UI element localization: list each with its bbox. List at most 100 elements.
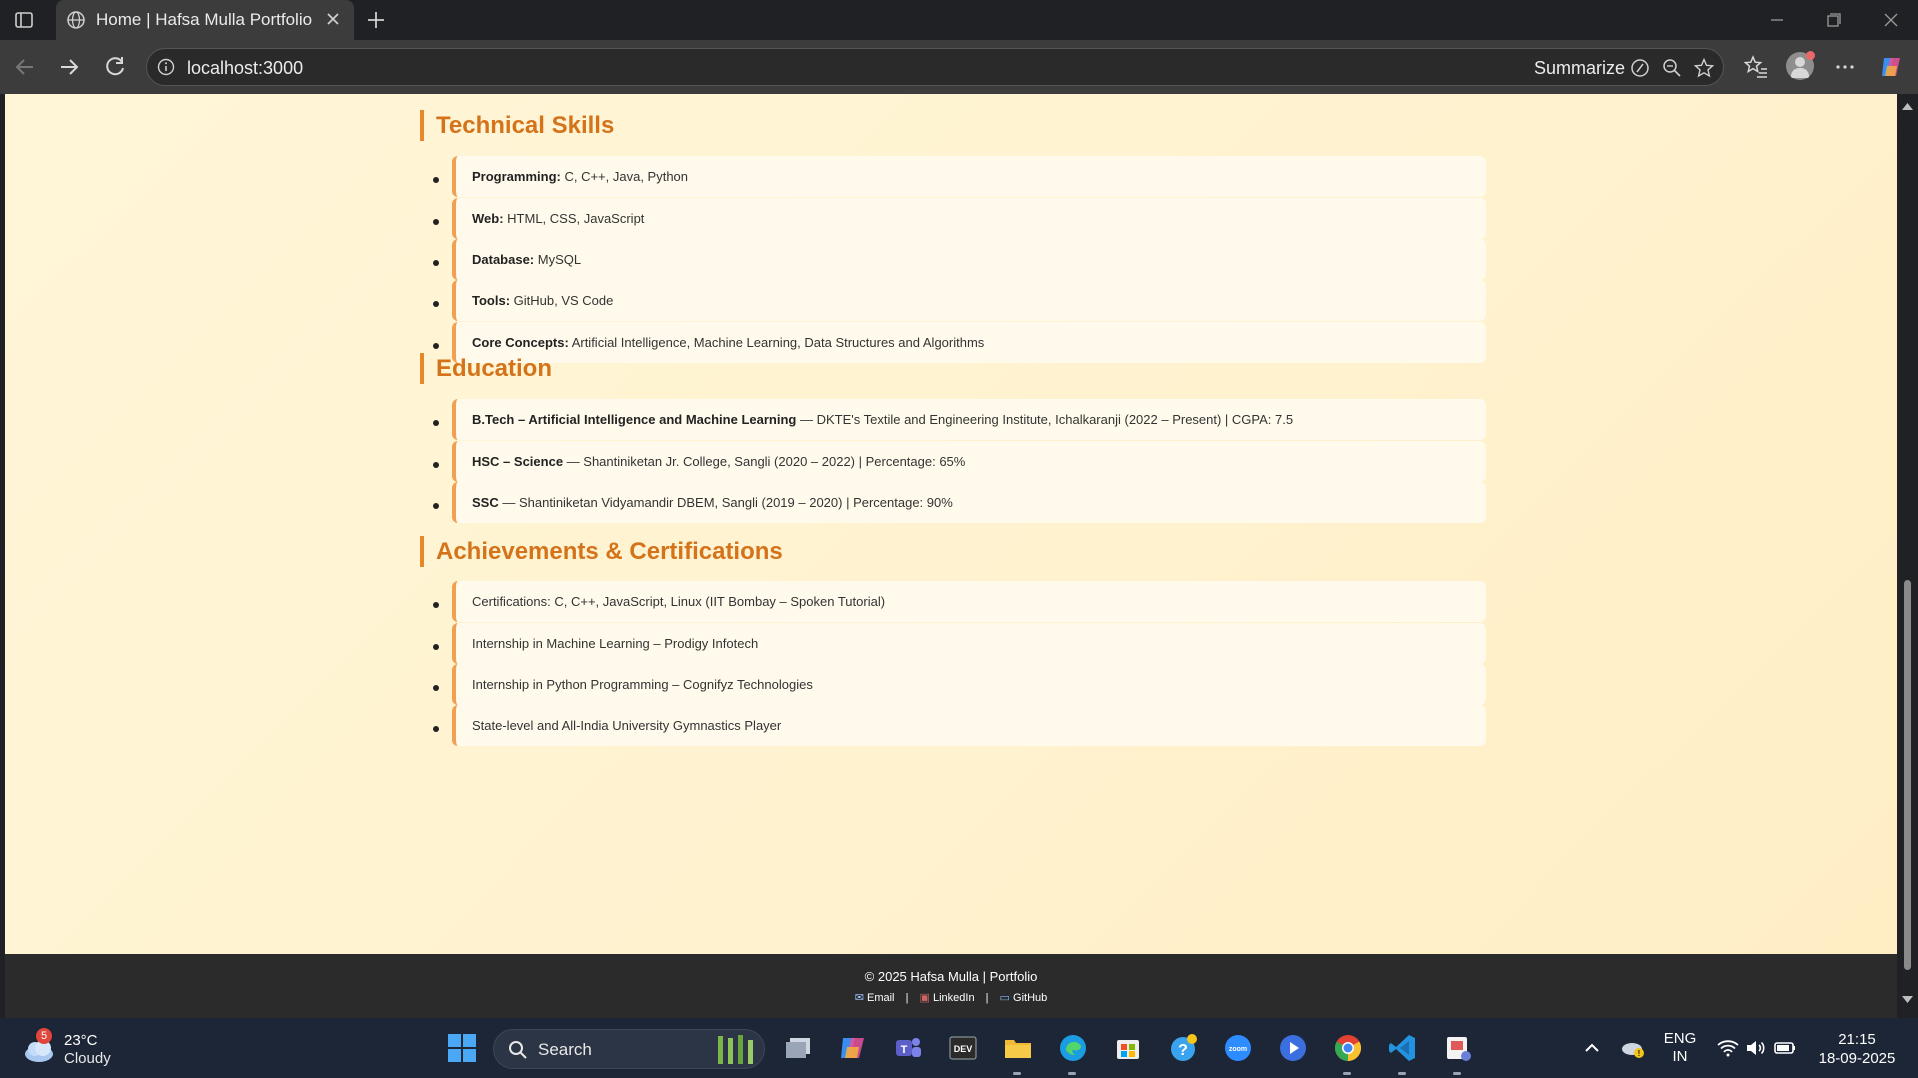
forward-icon[interactable] xyxy=(56,54,82,80)
task-view-icon[interactable] xyxy=(782,1032,814,1064)
chevron-up-icon[interactable] xyxy=(1580,1036,1604,1060)
media-player-icon[interactable] xyxy=(1277,1032,1309,1064)
site-info-icon[interactable] xyxy=(157,58,175,76)
scroll-up-icon[interactable] xyxy=(1901,100,1914,112)
zoom-icon[interactable] xyxy=(1661,57,1683,79)
favorite-star-icon[interactable] xyxy=(1693,57,1715,79)
education-item-hsc: HSC – Science — Shantiniketan Jr. Colleg… xyxy=(452,441,1486,482)
get-help-icon[interactable]: ? xyxy=(1167,1032,1199,1064)
taskbar: 5 23°C Cloudy Search T DEV ? zoom ! ENG … xyxy=(0,1018,1918,1078)
summarize-button[interactable]: Summarize xyxy=(1534,58,1625,79)
linkedin-link-label: LinkedIn xyxy=(932,992,975,1004)
bamboo-highlight-icon xyxy=(718,1035,753,1064)
github-link[interactable]: ▭ GitHub xyxy=(1000,992,1048,1004)
item-label: Database: xyxy=(472,252,535,267)
microsoft-store-icon[interactable] xyxy=(1112,1032,1144,1064)
more-menu-icon[interactable] xyxy=(1832,54,1858,80)
item-text: — Shantiniketan Vidyamandir DBEM, Sangli… xyxy=(498,495,953,510)
clock[interactable]: 21:15 18-09-2025 xyxy=(1812,1030,1902,1068)
volume-icon[interactable] xyxy=(1744,1036,1768,1060)
running-indicator xyxy=(1068,1072,1076,1075)
footer-links: ✉ Email | ▣ LinkedIn | ▭ GitHub xyxy=(5,991,1897,1004)
title-bar: Home | Hafsa Mulla Portfolio xyxy=(0,0,1918,40)
minimize-icon[interactable] xyxy=(1766,10,1788,30)
briefcase-icon: ▣ xyxy=(919,992,930,1004)
skill-item-programming: Programming: C, C++, Java, Python xyxy=(452,156,1486,197)
running-indicator xyxy=(1013,1072,1021,1075)
item-text: Internship in Python Programming – Cogni… xyxy=(472,677,813,692)
copilot-app-icon[interactable] xyxy=(837,1032,869,1064)
search-icon xyxy=(509,1041,527,1059)
skill-item-core-concepts: Core Concepts: Artificial Intelligence, … xyxy=(452,322,1486,363)
back-icon[interactable] xyxy=(12,54,38,80)
battery-icon[interactable] xyxy=(1773,1036,1797,1060)
new-tab-icon[interactable] xyxy=(364,8,388,32)
achievement-item-gymnastics: State-level and All-India University Gym… xyxy=(452,705,1486,746)
email-link[interactable]: ✉ Email xyxy=(855,992,895,1004)
item-label: Tools: xyxy=(472,293,511,308)
item-text: HTML, CSS, JavaScript xyxy=(503,211,645,226)
footer-separator: | xyxy=(985,992,989,1004)
item-text: State-level and All-India University Gym… xyxy=(472,718,782,733)
item-text: — DKTE's Textile and Engineering Institu… xyxy=(796,412,1294,427)
education-item-btech: B.Tech – Artificial Intelligence and Mac… xyxy=(452,399,1486,440)
onedrive-warning-icon[interactable]: ! xyxy=(1620,1035,1646,1061)
svg-text:T: T xyxy=(901,1044,908,1056)
copilot-summarize-icon[interactable] xyxy=(1629,57,1651,79)
clock-time: 21:15 xyxy=(1838,1031,1876,1048)
browser-tab[interactable]: Home | Hafsa Mulla Portfolio xyxy=(56,0,354,40)
achievement-item-python-internship: Internship in Python Programming – Cogni… xyxy=(452,664,1486,705)
item-label: Web: xyxy=(472,211,504,226)
address-toolbar: localhost:3000 Summarize xyxy=(0,40,1918,94)
language-indicator[interactable]: ENG IN xyxy=(1660,1030,1700,1066)
file-explorer-icon[interactable] xyxy=(1002,1032,1034,1064)
site-footer: © 2025 Hafsa Mulla | Portfolio ✉ Email |… xyxy=(5,954,1897,1018)
running-indicator xyxy=(1453,1072,1461,1075)
bullet xyxy=(433,343,439,349)
taskbar-search-box[interactable]: Search xyxy=(493,1029,765,1069)
item-text: — Shantiniketan Jr. College, Sangli (202… xyxy=(563,454,966,469)
footer-separator: | xyxy=(905,992,909,1004)
vscode-icon[interactable] xyxy=(1387,1032,1419,1064)
section-title-education: Education xyxy=(420,353,552,384)
favorites-icon[interactable] xyxy=(1743,54,1769,80)
restore-icon[interactable] xyxy=(1822,10,1844,30)
github-link-label: GitHub xyxy=(1013,992,1048,1004)
item-label: HSC – Science xyxy=(472,454,564,469)
refresh-icon[interactable] xyxy=(102,54,128,80)
bullet xyxy=(433,685,439,691)
skill-item-database: Database: MySQL xyxy=(452,239,1486,280)
svg-text:zoom: zoom xyxy=(1229,1046,1247,1053)
svg-text:DEV: DEV xyxy=(954,1044,973,1054)
linkedin-link[interactable]: ▣ LinkedIn xyxy=(920,992,975,1004)
weather-widget[interactable]: 5 23°C Cloudy xyxy=(22,1028,122,1070)
zoom-app-icon[interactable]: zoom xyxy=(1222,1032,1254,1064)
chrome-icon[interactable] xyxy=(1332,1032,1364,1064)
page-viewport: Technical Skills Programming: C, C++, Ja… xyxy=(5,94,1897,954)
globe-icon xyxy=(67,11,85,29)
snipping-tool-icon[interactable] xyxy=(1442,1032,1474,1064)
wifi-icon[interactable] xyxy=(1716,1036,1740,1060)
page-scrollbar[interactable] xyxy=(1897,94,1918,1018)
weather-condition: Cloudy xyxy=(64,1050,111,1067)
bullet xyxy=(433,301,439,307)
profile-avatar[interactable] xyxy=(1786,51,1815,80)
scroll-down-icon[interactable] xyxy=(1901,994,1914,1006)
item-text: Internship in Machine Learning – Prodigy… xyxy=(472,636,759,651)
windows-start-icon[interactable] xyxy=(446,1032,478,1064)
close-window-icon[interactable] xyxy=(1880,10,1902,30)
language-code: ENG xyxy=(1663,1030,1697,1047)
email-link-label: Email xyxy=(867,992,895,1004)
scroll-thumb[interactable] xyxy=(1904,580,1911,970)
item-text: MySQL xyxy=(534,252,582,267)
close-tab-icon[interactable] xyxy=(324,10,342,28)
sidebar-toggle-icon[interactable] xyxy=(14,10,34,30)
address-bar[interactable]: localhost:3000 Summarize xyxy=(146,48,1724,86)
dev-home-icon[interactable]: DEV xyxy=(947,1032,979,1064)
bullet xyxy=(433,260,439,266)
edge-browser-icon[interactable] xyxy=(1057,1032,1089,1064)
footer-copyright: © 2025 Hafsa Mulla | Portfolio xyxy=(864,969,1038,984)
url-text[interactable]: localhost:3000 xyxy=(187,58,303,79)
teams-icon[interactable]: T xyxy=(892,1032,924,1064)
copilot-icon[interactable] xyxy=(1878,54,1904,80)
